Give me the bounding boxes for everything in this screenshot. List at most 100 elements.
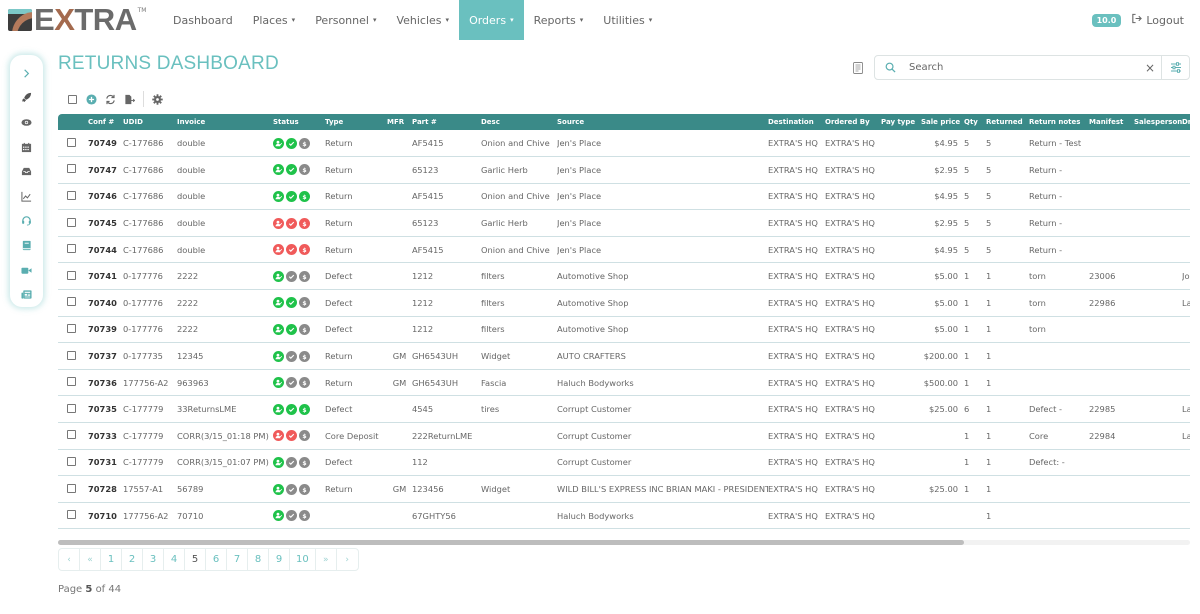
row-checkbox[interactable] (67, 270, 76, 280)
scrollbar-thumb[interactable] (58, 540, 964, 545)
payment-status-icon[interactable]: $ (299, 377, 310, 389)
column-header[interactable]: Conf # (88, 114, 123, 130)
refresh-button[interactable] (101, 91, 120, 107)
payment-status-icon[interactable]: $ (299, 217, 310, 229)
select-all-checkbox[interactable] (63, 91, 82, 107)
table-row[interactable]: 70746 C-177686 double $ Return AF5415 Onion an… (58, 183, 1190, 210)
customer-status-icon[interactable] (273, 217, 284, 229)
customer-status-icon[interactable] (273, 297, 284, 309)
table-row[interactable]: 70739 0-177776 2222 $ Defect 1212 filters Autom… (58, 316, 1190, 343)
sidebar-item-video[interactable] (10, 258, 43, 283)
payment-status-icon[interactable]: $ (299, 430, 310, 442)
table-row[interactable]: 70731 C-177779 CORR(3/15_01:07 PM) $ Defect 1… (58, 449, 1190, 476)
column-header[interactable]: Desc (481, 114, 557, 130)
row-checkbox[interactable] (67, 323, 76, 333)
column-header[interactable]: Destination (768, 114, 825, 130)
row-checkbox[interactable] (67, 350, 76, 360)
table-row[interactable]: 70741 0-177776 2222 $ Defect 1212 filters Autom… (58, 263, 1190, 290)
column-header[interactable]: Invoice (177, 114, 273, 130)
payment-status-icon[interactable]: $ (299, 350, 310, 362)
approved-status-icon[interactable] (286, 456, 297, 468)
page-1-button[interactable]: 1 (101, 549, 122, 570)
column-header[interactable]: Returned (986, 114, 1029, 130)
column-header[interactable]: Pay type (881, 114, 921, 130)
customer-status-icon[interactable] (273, 244, 284, 256)
column-header[interactable]: Return notes (1029, 114, 1089, 130)
approved-status-icon[interactable] (286, 350, 297, 362)
customer-status-icon[interactable] (273, 483, 284, 495)
approved-status-icon[interactable] (286, 403, 297, 415)
payment-status-icon[interactable]: $ (299, 164, 310, 176)
sidebar-item-launch[interactable] (10, 86, 43, 111)
next-page-button[interactable]: › (337, 549, 358, 570)
nav-item-utilities[interactable]: Utilities ▾ (593, 0, 662, 40)
column-header[interactable]: Source (557, 114, 768, 130)
customer-status-icon[interactable] (273, 270, 284, 282)
page-6-button[interactable]: 6 (206, 549, 227, 570)
table-settings-button[interactable] (148, 91, 167, 107)
column-header[interactable]: Status (273, 114, 325, 130)
nav-item-reports[interactable]: Reports ▾ (524, 0, 594, 40)
table-row[interactable]: 70745 C-177686 double $ Return 65123 Garlic He… (58, 210, 1190, 237)
row-checkbox[interactable] (67, 430, 76, 440)
last-page-button[interactable]: » (316, 549, 337, 570)
approved-status-icon[interactable] (286, 270, 297, 282)
column-header[interactable]: Sale price (921, 114, 964, 130)
search-input[interactable] (905, 62, 1139, 73)
sidebar-expand-button[interactable] (10, 61, 43, 86)
sidebar-item-view[interactable] (10, 110, 43, 135)
column-header[interactable]: Ordered By (825, 114, 881, 130)
column-header[interactable]: Part # (412, 114, 481, 130)
payment-status-icon[interactable]: $ (299, 297, 310, 309)
row-checkbox[interactable] (67, 190, 76, 200)
column-header[interactable]: Qty (964, 114, 986, 130)
sidebar-item-analytics[interactable] (10, 184, 43, 209)
page-3-button[interactable]: 3 (143, 549, 164, 570)
page-4-button[interactable]: 4 (164, 549, 185, 570)
payment-status-icon[interactable]: $ (299, 137, 310, 149)
table-row[interactable]: 70728 17557-A1 56789 $ Return GM 123456 Widget W… (58, 476, 1190, 503)
nav-item-dashboard[interactable]: Dashboard (163, 0, 243, 40)
payment-status-icon[interactable]: $ (299, 483, 310, 495)
sidebar-item-news[interactable] (10, 282, 43, 307)
payment-status-icon[interactable]: $ (299, 456, 310, 468)
sidebar-item-manual[interactable] (10, 233, 43, 258)
approved-status-icon[interactable] (286, 190, 297, 202)
sidebar-item-inbox[interactable] (10, 159, 43, 184)
approved-status-icon[interactable] (286, 510, 297, 522)
row-checkbox[interactable] (67, 164, 76, 174)
extra-logo[interactable]: EXTRA TM (8, 4, 146, 35)
payment-status-icon[interactable]: $ (299, 403, 310, 415)
payment-status-icon[interactable]: $ (299, 244, 310, 256)
payment-status-icon[interactable]: $ (299, 270, 310, 282)
approved-status-icon[interactable] (286, 164, 297, 176)
payment-status-icon[interactable]: $ (299, 323, 310, 335)
row-checkbox[interactable] (67, 456, 76, 466)
row-checkbox[interactable] (67, 483, 76, 493)
customer-status-icon[interactable] (273, 510, 284, 522)
approved-status-icon[interactable] (286, 217, 297, 229)
column-header[interactable]: Type (325, 114, 387, 130)
table-row[interactable]: 70736 177756-A2 963963 $ Return GM GH6543UH Fas… (58, 369, 1190, 396)
column-header[interactable]: UDID (123, 114, 177, 130)
nav-item-orders[interactable]: Orders ▾ (459, 0, 524, 40)
approved-status-icon[interactable] (286, 244, 297, 256)
approved-status-icon[interactable] (286, 297, 297, 309)
payment-status-icon[interactable]: $ (299, 190, 310, 202)
customer-status-icon[interactable] (273, 456, 284, 468)
page-9-button[interactable]: 9 (269, 549, 290, 570)
page-5-button[interactable]: 5 (185, 549, 206, 570)
customer-status-icon[interactable] (273, 377, 284, 389)
row-checkbox[interactable] (67, 403, 76, 413)
sidebar-item-calendar[interactable] (10, 135, 43, 160)
table-row[interactable]: 70737 0-177735 12345 $ Return GM GH6543UH Widge… (58, 343, 1190, 370)
prev-page-button[interactable]: ‹ (59, 549, 80, 570)
approved-status-icon[interactable] (286, 483, 297, 495)
table-row[interactable]: 70733 C-177779 CORR(3/15_01:18 PM) $ Core De… (58, 423, 1190, 450)
customer-status-icon[interactable] (273, 190, 284, 202)
customer-status-icon[interactable] (273, 164, 284, 176)
nav-item-vehicles[interactable]: Vehicles ▾ (386, 0, 459, 40)
row-checkbox[interactable] (67, 377, 76, 387)
table-row[interactable]: 70749 C-177686 double $ Return AF5415 Onion an… (58, 130, 1190, 157)
document-icon[interactable] (852, 61, 864, 74)
